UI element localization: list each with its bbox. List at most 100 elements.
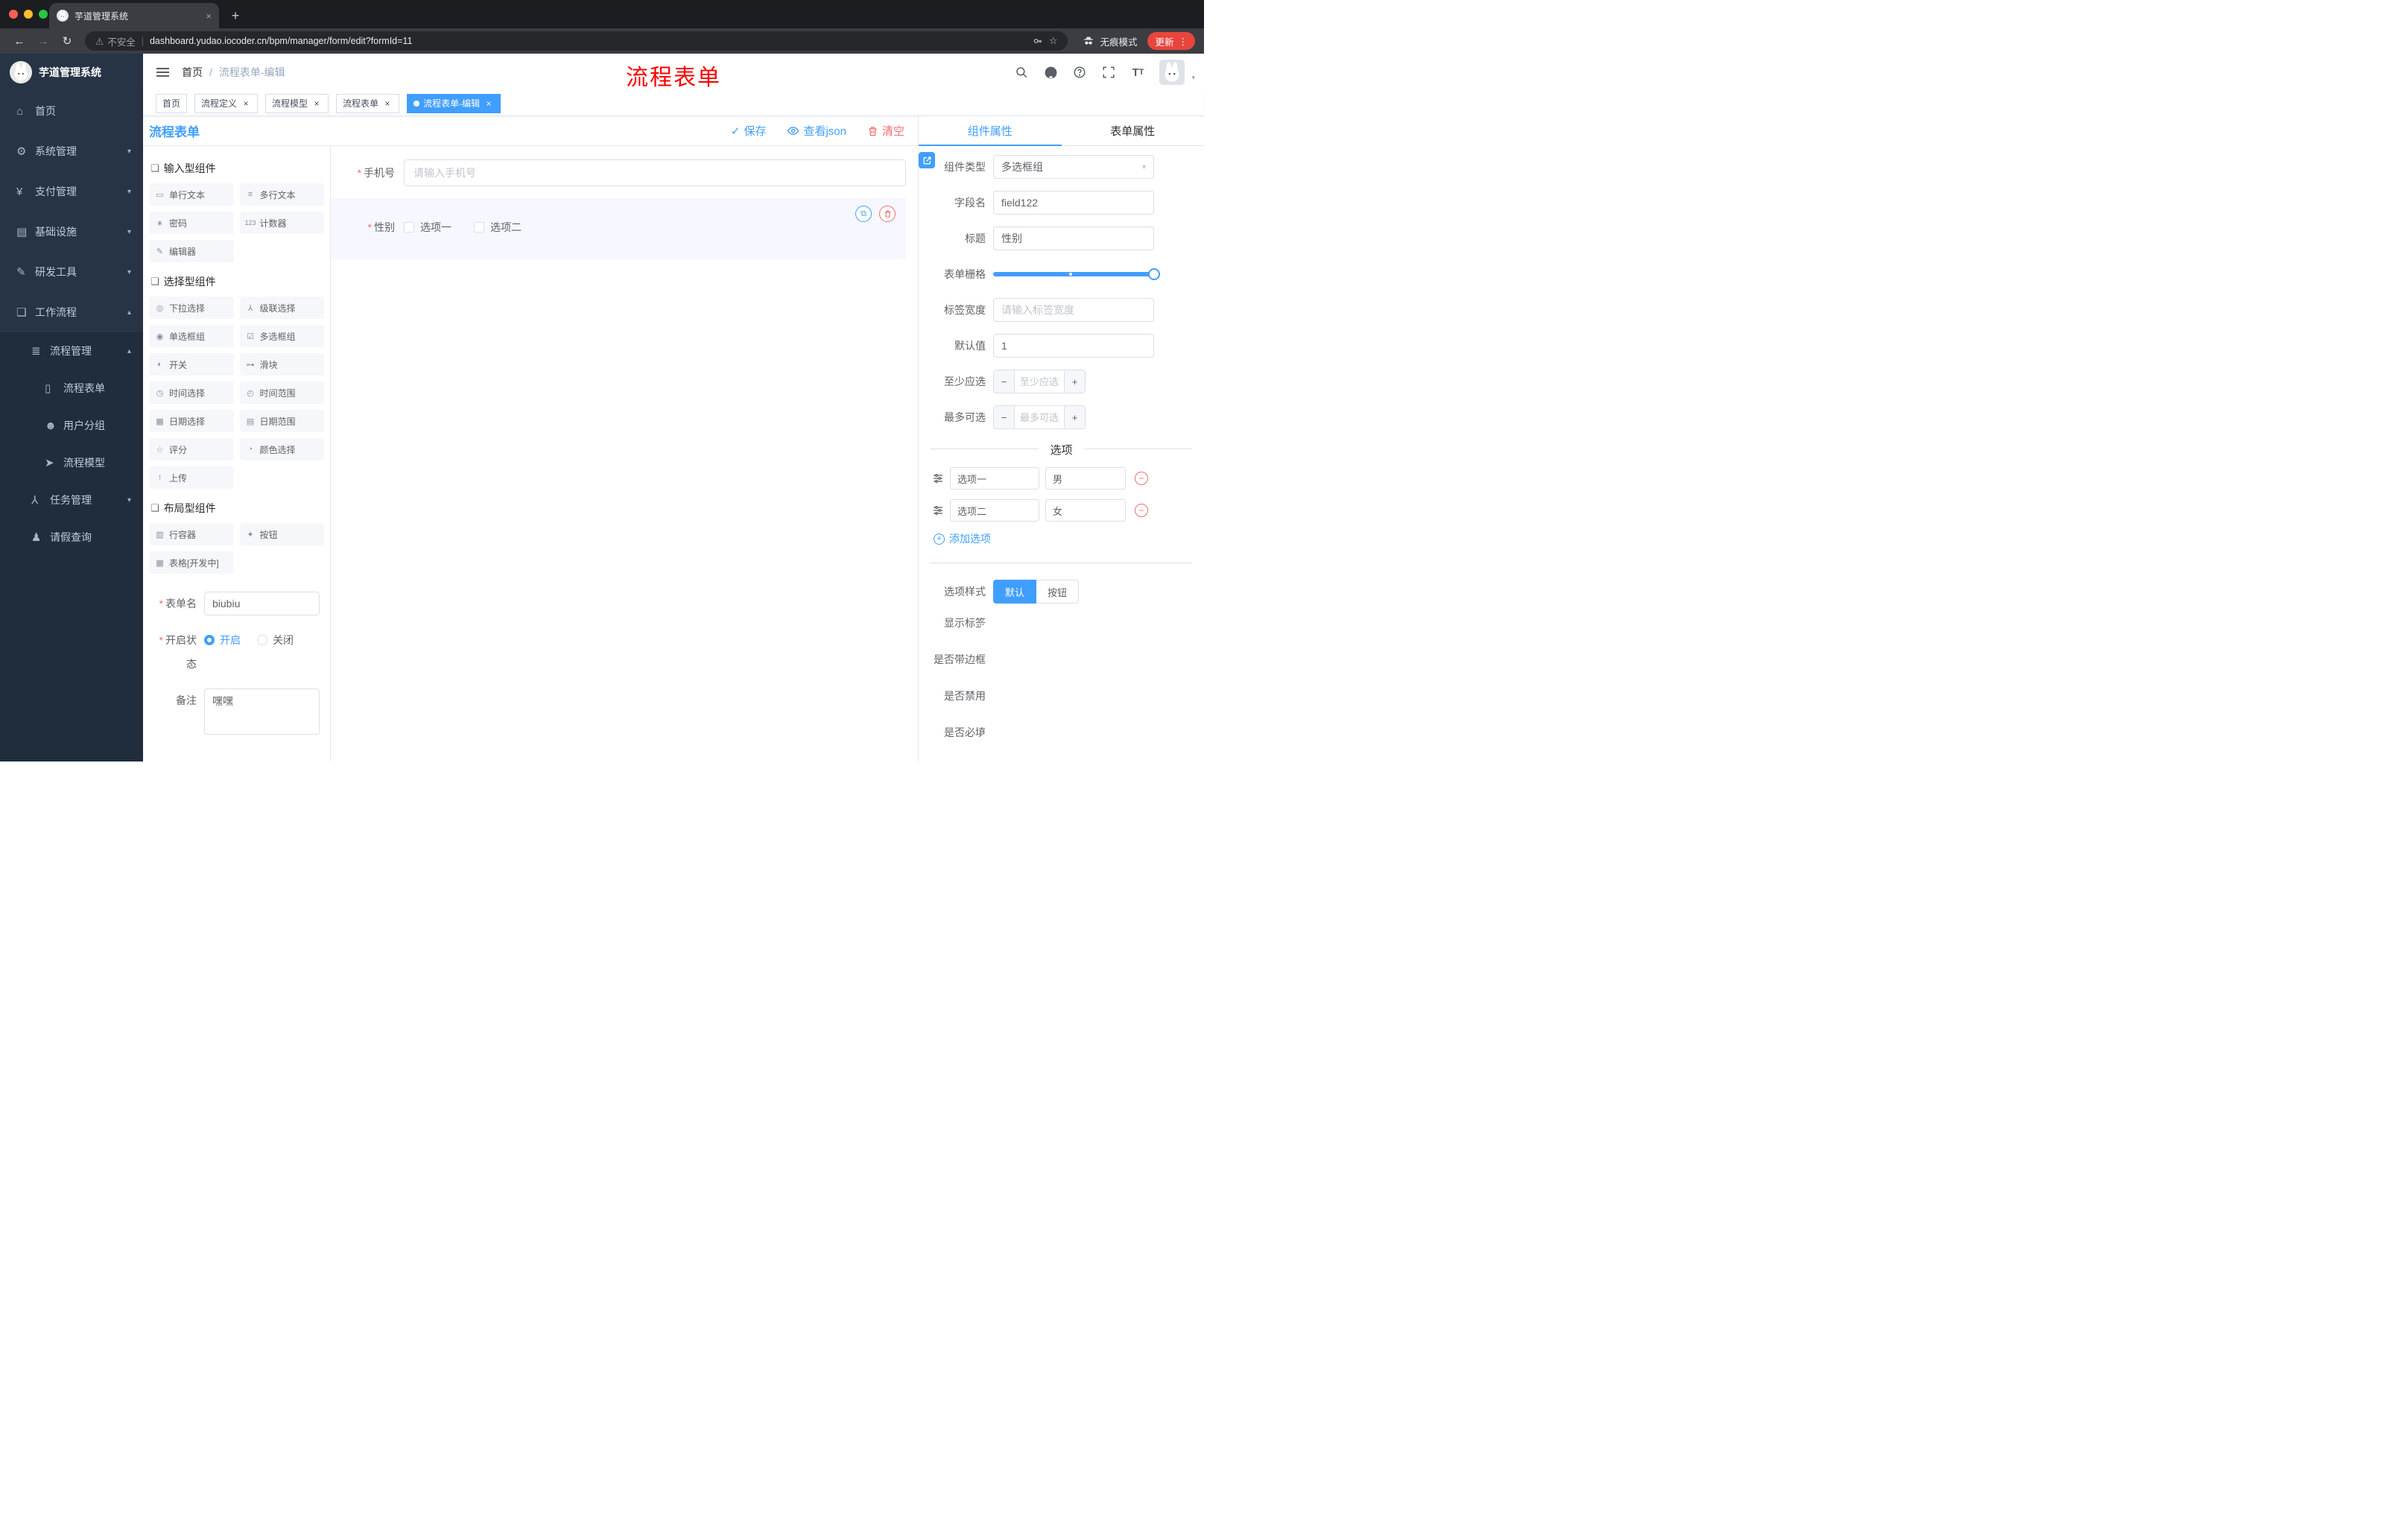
palette-item-upload[interactable]: ↑ 上传: [149, 466, 234, 489]
font-size-icon[interactable]: TT: [1130, 65, 1145, 80]
menu-fold-button[interactable]: [143, 54, 182, 91]
remove-option-button[interactable]: −: [1135, 472, 1148, 485]
tag-process-form-edit[interactable]: 流程表单-编辑 ×: [407, 93, 501, 113]
tag-process-form[interactable]: 流程表单 ×: [336, 93, 400, 113]
decrease-icon[interactable]: −: [994, 406, 1015, 428]
palette-item-row-container[interactable]: ▥ 行容器: [149, 523, 234, 545]
reload-icon[interactable]: ↻: [57, 34, 77, 48]
tab-form-props[interactable]: 表单属性: [1062, 116, 1205, 145]
window-zoom-button[interactable]: [39, 10, 48, 19]
palette-item-checkbox-group[interactable]: ☑ 多选框组: [239, 325, 324, 347]
palette-item-multi-text[interactable]: ≡ 多行文本: [239, 183, 324, 206]
sidebar-item-workflow[interactable]: ❏ 工作流程 ▴: [0, 292, 143, 332]
decrease-icon[interactable]: −: [994, 370, 1015, 393]
user-avatar[interactable]: [1159, 60, 1185, 85]
palette-item-date-range[interactable]: ▤ 日期范围: [239, 410, 324, 432]
tag-process-definition[interactable]: 流程定义 ×: [194, 93, 259, 113]
palette-item-table[interactable]: ▦ 表格[开发中]: [149, 551, 234, 574]
password-key-icon[interactable]: [1033, 36, 1043, 46]
field-gender-selected[interactable]: 性别 选项一 选项二 ⧉: [331, 198, 906, 259]
window-close-button[interactable]: [9, 10, 18, 19]
url-field[interactable]: ⚠ 不安全 | dashboard.yudao.iocoder.cn/bpm/m…: [85, 31, 1068, 51]
palette-item-date-picker[interactable]: ▦ 日期选择: [149, 410, 234, 432]
field-name-input[interactable]: [993, 191, 1154, 215]
sidebar-item-process-form[interactable]: ▯ 流程表单: [0, 370, 143, 407]
sidebar-item-process-model[interactable]: ➤ 流程模型: [0, 444, 143, 481]
breadcrumb-home-link[interactable]: 首页: [182, 65, 203, 80]
gender-option2-checkbox[interactable]: 选项二: [474, 220, 522, 235]
palette-item-single-text[interactable]: ▭ 单行文本: [149, 183, 234, 206]
tag-close-icon[interactable]: ×: [241, 98, 251, 109]
kebab-menu-icon[interactable]: ⋮: [1179, 36, 1188, 47]
max-select-input[interactable]: [1015, 406, 1064, 428]
palette-item-button[interactable]: ✦ 按钮: [239, 523, 324, 545]
palette-item-cascader[interactable]: ⅄ 级联选择: [239, 297, 324, 319]
search-icon[interactable]: [1014, 65, 1029, 80]
form-name-input[interactable]: [204, 592, 320, 615]
browser-tab[interactable]: 芋道管理系统 ×: [49, 3, 219, 28]
status-on-radio[interactable]: 开启: [204, 633, 241, 647]
increase-icon[interactable]: +: [1064, 406, 1085, 428]
tag-process-model[interactable]: 流程模型 ×: [265, 93, 329, 113]
sidebar-item-devtools[interactable]: ✎ 研发工具 ▾: [0, 252, 143, 292]
slider-handle[interactable]: [1148, 268, 1160, 280]
sidebar-item-home[interactable]: ⌂ 首页: [0, 91, 143, 131]
bookmark-star-icon[interactable]: ☆: [1049, 35, 1058, 47]
remove-option-button[interactable]: −: [1135, 504, 1148, 517]
sidebar-item-process-mgmt[interactable]: ≣ 流程管理 ▴: [0, 332, 143, 370]
link-button[interactable]: [919, 152, 935, 168]
status-off-radio[interactable]: 关闭: [257, 633, 294, 647]
palette-item-color-picker[interactable]: ◔ 颜色选择: [239, 438, 324, 460]
sidebar-item-system[interactable]: ⚙ 系统管理 ▾: [0, 131, 143, 171]
new-tab-button[interactable]: +: [225, 5, 246, 26]
sidebar-item-leave-query[interactable]: ♟ 请假查询: [0, 519, 143, 556]
phone-input[interactable]: [404, 159, 906, 186]
fullscreen-icon[interactable]: [1101, 65, 1116, 80]
save-button[interactable]: ✓ 保存: [731, 123, 767, 139]
palette-item-rate[interactable]: ☆ 评分: [149, 438, 234, 460]
back-icon[interactable]: ←: [9, 35, 30, 48]
gender-option1-checkbox[interactable]: 选项一: [404, 220, 452, 235]
tag-close-icon[interactable]: ×: [311, 98, 322, 109]
min-select-input[interactable]: [1015, 370, 1064, 393]
tab-close-icon[interactable]: ×: [206, 10, 212, 22]
grid-slider[interactable]: [993, 262, 1160, 286]
option1-label-input[interactable]: [950, 467, 1039, 490]
tag-home[interactable]: 首页: [156, 93, 188, 113]
sidebar-item-infra[interactable]: ▤ 基础设施 ▾: [0, 212, 143, 252]
copy-widget-button[interactable]: ⧉: [855, 206, 872, 222]
delete-widget-button[interactable]: [879, 206, 896, 222]
style-button-button[interactable]: 按钮: [1036, 580, 1080, 604]
title-input[interactable]: [993, 227, 1154, 250]
style-default-button[interactable]: 默认: [993, 580, 1037, 604]
default-value-input[interactable]: [993, 334, 1154, 358]
component-type-select[interactable]: 多选框组 ▾: [993, 155, 1154, 179]
palette-item-slider[interactable]: ⊶ 滑块: [239, 353, 324, 376]
palette-item-counter[interactable]: 123 计数器: [239, 212, 324, 234]
palette-item-radio-group[interactable]: ◉ 单选框组: [149, 325, 234, 347]
field-phone[interactable]: 手机号: [331, 159, 906, 186]
clear-button[interactable]: 清空: [867, 123, 904, 139]
option2-value-input[interactable]: [1045, 499, 1126, 522]
option2-label-input[interactable]: [950, 499, 1039, 522]
view-json-button[interactable]: 查看json: [787, 123, 846, 139]
add-option-button[interactable]: + 添加选项: [919, 531, 1204, 546]
update-button[interactable]: 更新 ⋮: [1147, 32, 1195, 50]
palette-item-editor[interactable]: ✎ 编辑器: [149, 240, 234, 262]
github-icon[interactable]: [1043, 65, 1058, 80]
drag-handle-icon[interactable]: [932, 504, 944, 516]
help-icon[interactable]: [1072, 65, 1087, 80]
tag-close-icon[interactable]: ×: [382, 98, 393, 109]
tag-close-icon[interactable]: ×: [484, 98, 494, 109]
sidebar-item-pay[interactable]: ¥ 支付管理 ▾: [0, 171, 143, 212]
forward-icon[interactable]: →: [33, 35, 54, 48]
label-width-input[interactable]: [993, 298, 1154, 322]
palette-item-time-range[interactable]: ◴ 时间范围: [239, 381, 324, 404]
palette-item-password[interactable]: ∗ 密码: [149, 212, 234, 234]
tab-component-props[interactable]: 组件属性: [919, 116, 1062, 146]
sidebar-item-user-group[interactable]: ☻ 用户分组: [0, 407, 143, 444]
sidebar-item-task-mgmt[interactable]: ⅄ 任务管理 ▾: [0, 481, 143, 519]
window-minimize-button[interactable]: [24, 10, 33, 19]
palette-item-select[interactable]: ◎ 下拉选择: [149, 297, 234, 319]
drag-handle-icon[interactable]: [932, 472, 944, 484]
